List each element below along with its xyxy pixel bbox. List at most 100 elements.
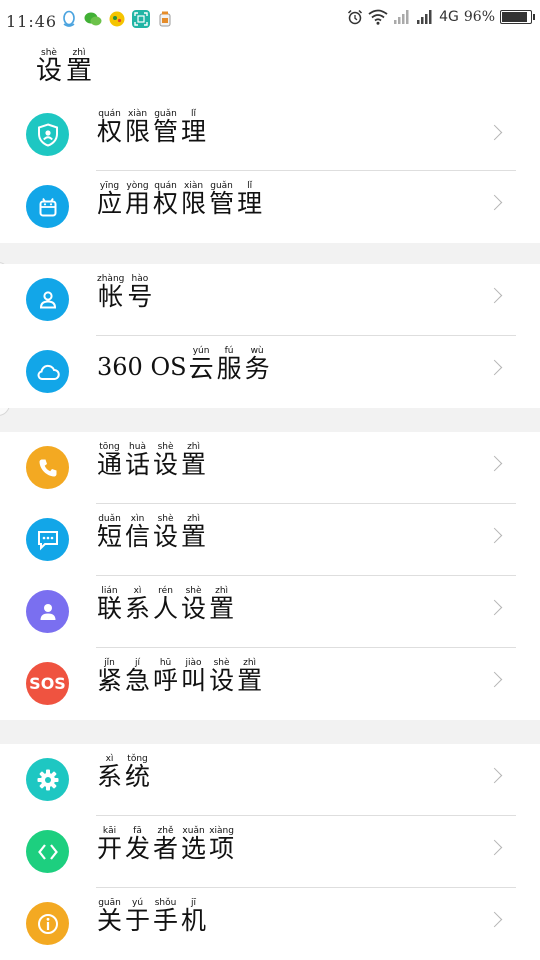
char: yīng 应: [97, 181, 122, 217]
char: jiào 叫: [181, 658, 206, 694]
hanzi: 急: [125, 666, 151, 695]
char: jǐn 紧: [97, 658, 122, 694]
char: duǎn 短: [97, 514, 122, 550]
char: quán 权: [97, 109, 122, 145]
char: shǒu 手: [153, 898, 178, 934]
settings-group: zhàng 帐 hào 号 360 OS yún 云 fú 服 wù 务: [0, 264, 540, 408]
char: huà 话: [125, 442, 150, 478]
char: zhì 置: [66, 48, 92, 85]
battery-icon: [500, 10, 535, 24]
settings-group: tōng 通 huà 话 shè 设 zhì 置 duǎn 短 xìn 信 shè 设 zhì 置 lián 联 x…: [0, 432, 540, 720]
settings-item-cloud[interactable]: 360 OS yún 云 fú 服 wù 务: [0, 336, 540, 408]
settings-item-sos[interactable]: SOS jǐn 紧 jí 急 hū 呼 jiào 叫 shè 设 zhì 置: [0, 648, 540, 720]
shield-user-icon: [26, 113, 69, 156]
char: guǎn 管: [153, 109, 178, 145]
hanzi: 理: [181, 117, 207, 146]
hanzi: 置: [209, 594, 235, 623]
char: lǐ 理: [237, 181, 262, 217]
hanzi: 设: [181, 594, 207, 623]
hanzi: 理: [237, 189, 263, 218]
wifi-icon: [368, 9, 388, 25]
notification-icons: [60, 10, 174, 28]
hanzi: 系: [97, 762, 123, 791]
settings-item-system[interactable]: xì 系 tǒng 统: [0, 744, 540, 816]
hanzi: 机: [181, 906, 207, 935]
settings-item-label: yīng 应 yòng 用 quán 权 xiàn 限 guǎn 管 lǐ 理: [97, 181, 265, 217]
settings-item-call[interactable]: tōng 通 huà 话 shè 设 zhì 置: [0, 432, 540, 504]
wechat-icon: [84, 10, 102, 28]
char: kāi 开: [97, 826, 122, 862]
char: xìn 信: [125, 514, 150, 550]
char: yú 于: [125, 898, 150, 934]
settings-item-contacts[interactable]: lián 联 xì 系 rén 人 shè 设 zhì 置: [0, 576, 540, 648]
signal-icon-1: [393, 9, 411, 25]
cleaner-icon: [156, 10, 174, 28]
char: shè 设: [209, 658, 234, 694]
android-icon: [26, 185, 69, 228]
chevron-right-icon: [486, 124, 503, 141]
message-icon: [26, 518, 69, 561]
char: tōng 通: [97, 442, 122, 478]
chevron-right-icon: [486, 194, 503, 211]
hanzi: 管: [153, 117, 179, 146]
hanzi: 手: [153, 906, 179, 935]
settings-item-developer[interactable]: kāi 开 fā 发 zhě 者 xuǎn 选 xiàng 项: [0, 816, 540, 888]
char: jī 机: [181, 898, 206, 934]
hanzi: 应: [97, 189, 123, 218]
settings-item-sms[interactable]: duǎn 短 xìn 信 shè 设 zhì 置: [0, 504, 540, 576]
settings-item-label: xì 系 tǒng 统: [97, 754, 153, 790]
settings-item-about[interactable]: guān 关 yú 于 shǒu 手 jī 机: [0, 888, 540, 960]
chevron-right-icon: [486, 671, 503, 688]
info-icon: [26, 902, 69, 945]
hanzi: 者: [153, 834, 179, 863]
hanzi: 号: [127, 282, 153, 311]
hanzi: 限: [125, 117, 151, 146]
hanzi: 置: [237, 666, 263, 695]
hanzi: 短: [97, 522, 123, 551]
char: jí 急: [125, 658, 150, 694]
signal-icon-2: [416, 9, 434, 25]
hanzi: 限: [181, 189, 207, 218]
hanzi: 设: [209, 666, 235, 695]
hanzi: 话: [125, 450, 151, 479]
settings-group: quán 权 xiàn 限 guǎn 管 lǐ 理 yīng 应 yòng 用 quán 权 xiàn 限 gu…: [0, 107, 540, 243]
settings-item-app-permission[interactable]: yīng 应 yòng 用 quán 权 xiàn 限 guǎn 管 lǐ 理: [0, 171, 540, 243]
char: xì 系: [125, 586, 150, 622]
char: lián 联: [97, 586, 122, 622]
scanner-icon: [132, 10, 150, 28]
hanzi: 通: [97, 450, 123, 479]
char: xiàn 限: [125, 109, 150, 145]
hanzi: 紧: [97, 666, 123, 695]
battery-percent: 96%: [463, 9, 495, 25]
hanzi: 选: [181, 834, 207, 863]
char: zhì 置: [237, 658, 262, 694]
chevron-right-icon: [486, 599, 503, 616]
hanzi: 统: [125, 762, 151, 791]
code-icon: [26, 830, 69, 873]
network-type: 4G: [439, 9, 459, 25]
char: tǒng 统: [125, 754, 150, 790]
hanzi: 关: [97, 906, 123, 935]
hanzi: 联: [97, 594, 123, 623]
contact-icon: [26, 590, 69, 633]
hanzi: 发: [125, 834, 151, 863]
hanzi: 开: [97, 834, 123, 863]
chevron-right-icon: [486, 287, 503, 304]
settings-item-label: lián 联 xì 系 rén 人 shè 设 zhì 置: [97, 586, 237, 622]
hanzi: 权: [97, 117, 123, 146]
hanzi: 云: [188, 354, 214, 383]
hanzi: 叫: [181, 666, 207, 695]
label-prefix: 360 OS: [97, 353, 187, 382]
hanzi: 设: [153, 522, 179, 551]
settings-item-permission[interactable]: quán 权 xiàn 限 guǎn 管 lǐ 理: [0, 107, 540, 171]
status-right: 4G 96%: [347, 9, 535, 25]
hanzi: 帐: [98, 282, 124, 311]
hanzi: 服: [216, 354, 242, 383]
settings-item-account[interactable]: zhàng 帐 hào 号: [0, 264, 540, 336]
status-time: 11:46: [6, 12, 58, 31]
char: shè 设: [36, 48, 62, 85]
char: shè 设: [153, 514, 178, 550]
hanzi: 于: [125, 906, 151, 935]
alarm-icon: [347, 9, 363, 25]
qq-icon: [60, 10, 78, 28]
